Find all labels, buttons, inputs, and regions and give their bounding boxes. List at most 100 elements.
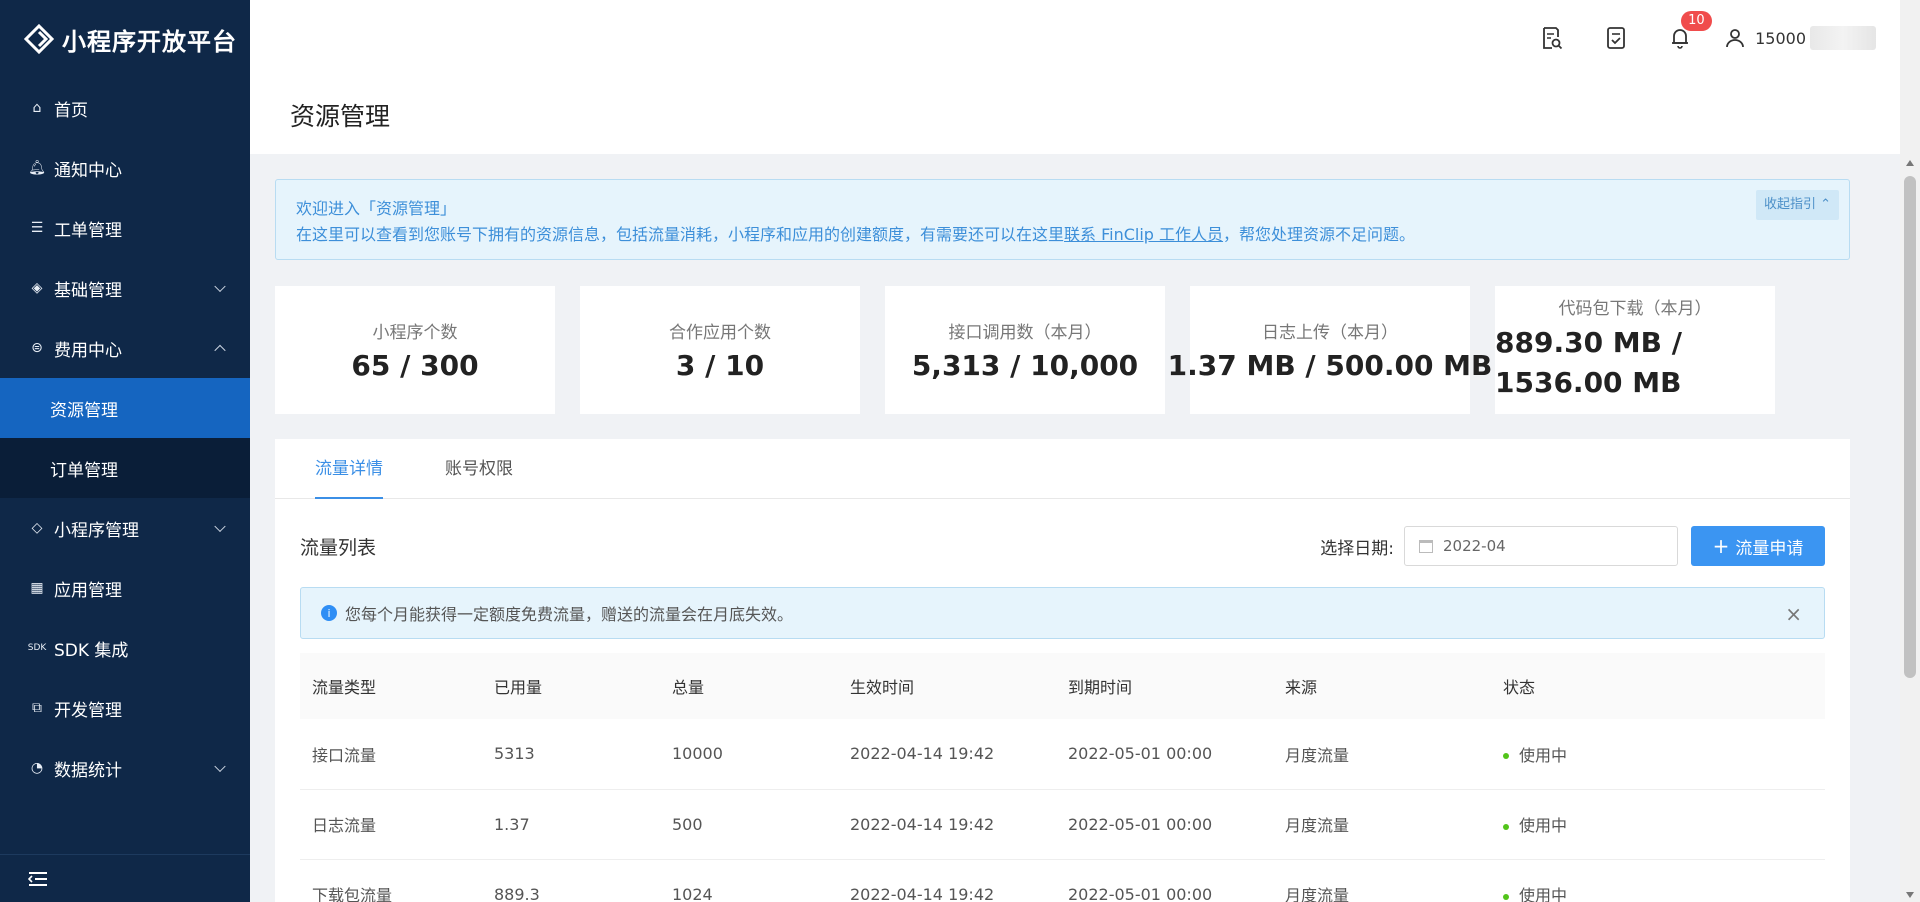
sidebar-collapse-button[interactable]: [0, 854, 250, 902]
sidebar-item-basic[interactable]: ◈ 基础管理: [0, 258, 250, 318]
user-icon: [1726, 29, 1744, 48]
stat-label: 日志上传（本月）: [1262, 323, 1398, 343]
sidebar-item-dev[interactable]: ⧉ 开发管理: [0, 678, 250, 738]
table-cell: 下载包流量: [300, 859, 482, 902]
stat-card-miniapps: 小程序个数 65 / 300: [275, 286, 555, 414]
table-cell: 月度流量: [1273, 719, 1491, 790]
status-cell: 使用中: [1491, 859, 1825, 902]
info-icon: i: [321, 605, 337, 621]
tab-bar: 流量详情 账号权限: [275, 439, 1850, 499]
chevron-down-icon: [214, 520, 226, 533]
sidebar-item-notifications[interactable]: 🔔︎ 通知中心: [0, 138, 250, 198]
chevron-up-icon: [214, 344, 226, 357]
page-header: 资源管理: [250, 76, 1900, 154]
sidebar: 小程序开放平台 ⌂ 首页 🔔︎ 通知中心 ☰ 工单管理 ◈ 基础管理 ⊜ 费用中…: [0, 0, 250, 902]
date-picker[interactable]: 2022-04: [1404, 526, 1678, 566]
stat-value: 5,313 / 10,000: [911, 349, 1139, 382]
status-dot-icon: [1503, 823, 1509, 830]
status-text: 使用中: [1519, 745, 1568, 765]
close-icon[interactable]: ×: [1785, 602, 1802, 626]
column-header: 状态: [1491, 653, 1825, 719]
stat-value: 3 / 10: [675, 349, 765, 382]
collapse-guide-button[interactable]: 收起指引 ⌃: [1755, 190, 1839, 220]
table-cell: 日志流量: [300, 789, 482, 860]
notification-badge: 10: [1681, 11, 1712, 31]
app-title: 小程序开放平台: [62, 27, 237, 56]
sidebar-item-resources[interactable]: 资源管理: [0, 378, 250, 438]
calendar-icon: [1419, 539, 1433, 553]
column-header: 来源: [1273, 653, 1491, 719]
sidebar-item-apps[interactable]: ▦ 应用管理: [0, 558, 250, 618]
traffic-panel: 流量详情 账号权限 流量列表 选择日期: 2022-04 + 流量申请 i 您每…: [275, 439, 1850, 902]
sidebar-item-miniapps[interactable]: ◇ 小程序管理: [0, 498, 250, 558]
date-value: 2022-04: [1443, 537, 1506, 555]
menu-fold-icon: [28, 871, 47, 886]
contact-link[interactable]: 联系 FinClip 工作人员: [1064, 225, 1223, 244]
app-logo[interactable]: 小程序开放平台: [0, 0, 250, 78]
table-row: 下载包流量 889.3 1024 2022-04-14 19:42 2022-0…: [300, 859, 1825, 902]
scroll-up-icon[interactable]: [1906, 160, 1914, 166]
status-dot-icon: [1503, 893, 1509, 900]
scroll-down-icon[interactable]: [1906, 892, 1914, 898]
doc-search-button[interactable]: [1539, 25, 1565, 51]
table-cell: 2022-04-14 19:42: [838, 789, 1056, 860]
table-cell: 月度流量: [1273, 859, 1491, 902]
user-name: 15000: [1755, 28, 1806, 48]
plus-icon: +: [1712, 534, 1730, 558]
info-alert: i 您每个月能获得一定额度免费流量，赠送的流量会在月底失效。 ×: [300, 587, 1825, 639]
status-cell: 使用中: [1491, 719, 1825, 790]
info-text: 您每个月能获得一定额度免费流量，赠送的流量会在月底失效。: [345, 605, 794, 624]
column-header: 总量: [660, 653, 838, 719]
table-cell: 2022-05-01 00:00: [1056, 719, 1273, 790]
table-cell: 5313: [482, 719, 660, 790]
sidebar-item-label: 基础管理: [54, 280, 122, 301]
document-icon: ☰: [30, 220, 44, 236]
sidebar-item-orders[interactable]: 订单管理: [0, 438, 250, 498]
sidebar-item-label: 费用中心: [54, 340, 122, 361]
stat-label: 小程序个数: [372, 323, 458, 343]
sidebar-item-label: 首页: [54, 100, 88, 121]
sidebar-item-sdk[interactable]: SDK SDK 集成: [0, 618, 250, 678]
top-bar: 10 15000: [250, 0, 1900, 76]
table-cell: 10000: [660, 719, 838, 790]
table-header-row: 流量类型 已用量 总量 生效时间 到期时间 来源 状态: [300, 653, 1825, 719]
collapse-guide-label: 收起指引: [1763, 197, 1816, 212]
home-icon: ⌂: [32, 100, 42, 116]
page-scrollbar[interactable]: [1900, 0, 1920, 902]
currency-icon: ⊜: [31, 340, 43, 356]
table-row: 接口流量 5313 10000 2022-04-14 19:42 2022-05…: [300, 719, 1825, 790]
stat-label: 代码包下载（本月）: [1558, 299, 1712, 319]
sidebar-item-label: 开发管理: [54, 700, 122, 721]
status-text: 使用中: [1519, 886, 1568, 902]
table-cell: 1024: [660, 859, 838, 902]
sidebar-item-stats[interactable]: ◔ 数据统计: [0, 738, 250, 798]
sidebar-item-billing[interactable]: ⊜ 费用中心: [0, 318, 250, 378]
apply-traffic-button[interactable]: + 流量申请: [1691, 526, 1825, 566]
guide-text-after: ，帮您处理资源不足问题。: [1223, 225, 1416, 244]
table-cell: 2022-04-14 19:42: [838, 859, 1056, 902]
user-menu[interactable]: 15000: [1725, 26, 1876, 50]
guide-text-before: 在这里可以查看到您账号下拥有的资源信息，包括流量消耗，小程序和应用的创建额度，有…: [296, 225, 1065, 244]
logo-icon: [24, 24, 54, 54]
list-title: 流量列表: [300, 536, 377, 559]
sidebar-item-home[interactable]: ⌂ 首页: [0, 78, 250, 138]
tab-account-permissions[interactable]: 账号权限: [445, 439, 513, 499]
stat-card-api-calls: 接口调用数（本月） 5,313 / 10,000: [885, 286, 1165, 414]
guide-title: 欢迎进入「资源管理」: [296, 199, 457, 218]
column-header: 流量类型: [300, 653, 482, 719]
stat-card-package-download: 代码包下载（本月） 889.30 MB / 1536.00 MB: [1495, 286, 1775, 414]
sidebar-item-label: 数据统计: [54, 760, 122, 781]
sidebar-item-tickets[interactable]: ☰ 工单管理: [0, 198, 250, 258]
sdk-icon: SDK: [27, 643, 47, 653]
document-search-icon: [1543, 27, 1563, 50]
checklist-button[interactable]: [1603, 25, 1629, 51]
table-cell: 2022-04-14 19:42: [838, 719, 1056, 790]
chevron-down-icon: [214, 760, 226, 773]
notification-button[interactable]: 10: [1667, 11, 1712, 51]
scroll-thumb[interactable]: [1904, 176, 1916, 678]
sidebar-item-label: SDK 集成: [54, 640, 129, 661]
chevron-up-icon: ⌃: [1820, 197, 1831, 212]
tab-traffic-details[interactable]: 流量详情: [315, 439, 383, 499]
user-name-redacted: [1810, 26, 1876, 50]
column-header: 到期时间: [1056, 653, 1273, 719]
